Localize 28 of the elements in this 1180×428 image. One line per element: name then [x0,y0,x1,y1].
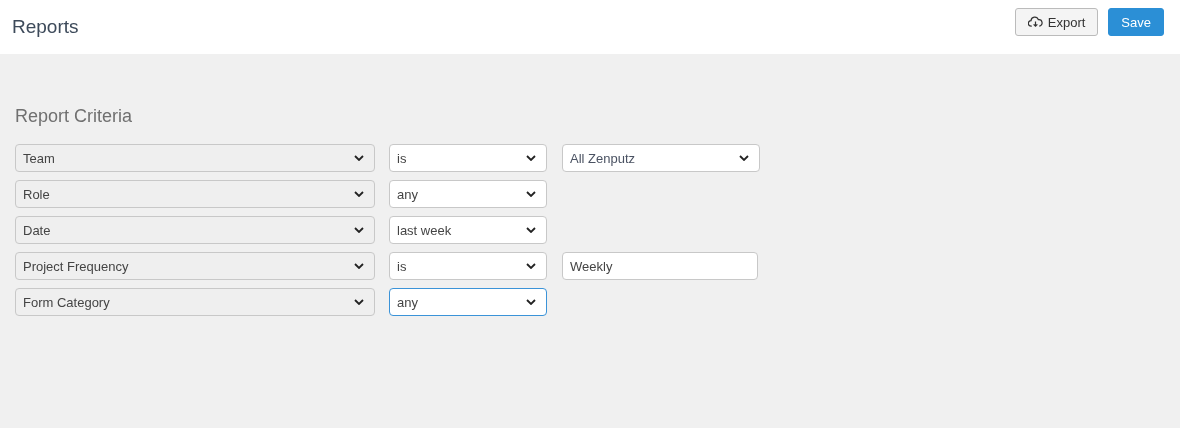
operator-select[interactable]: is [389,252,547,280]
section-heading: Report Criteria [15,106,134,127]
chevron-down-icon [354,191,364,197]
field-select[interactable]: Team [15,144,375,172]
chevron-down-icon [354,263,364,269]
operator-select[interactable]: any [389,180,547,208]
chevron-down-icon [526,263,536,269]
field-select[interactable]: Form Category [15,288,375,316]
field-select[interactable]: Date [15,216,375,244]
operator-select[interactable]: any [389,288,547,316]
chevron-down-icon [354,227,364,233]
operator-select[interactable]: last week [389,216,547,244]
chevron-down-icon [526,155,536,161]
chevron-down-icon [739,155,749,161]
chevron-down-icon [354,299,364,305]
operator-select[interactable]: is [389,144,547,172]
cloud-download-icon [1027,16,1043,28]
value-select[interactable]: All Zenputz [562,144,760,172]
value-input[interactable]: Weekly [562,252,758,280]
chevron-down-icon [354,155,364,161]
field-select[interactable]: Project Frequency [15,252,375,280]
export-button[interactable]: Export [1014,8,1099,36]
chevron-down-icon [526,299,536,305]
chevron-down-icon [526,227,536,233]
page-title: Reports [12,16,79,38]
chevron-down-icon [526,191,536,197]
field-select[interactable]: Role [15,180,375,208]
save-button[interactable]: Save [1108,8,1164,36]
